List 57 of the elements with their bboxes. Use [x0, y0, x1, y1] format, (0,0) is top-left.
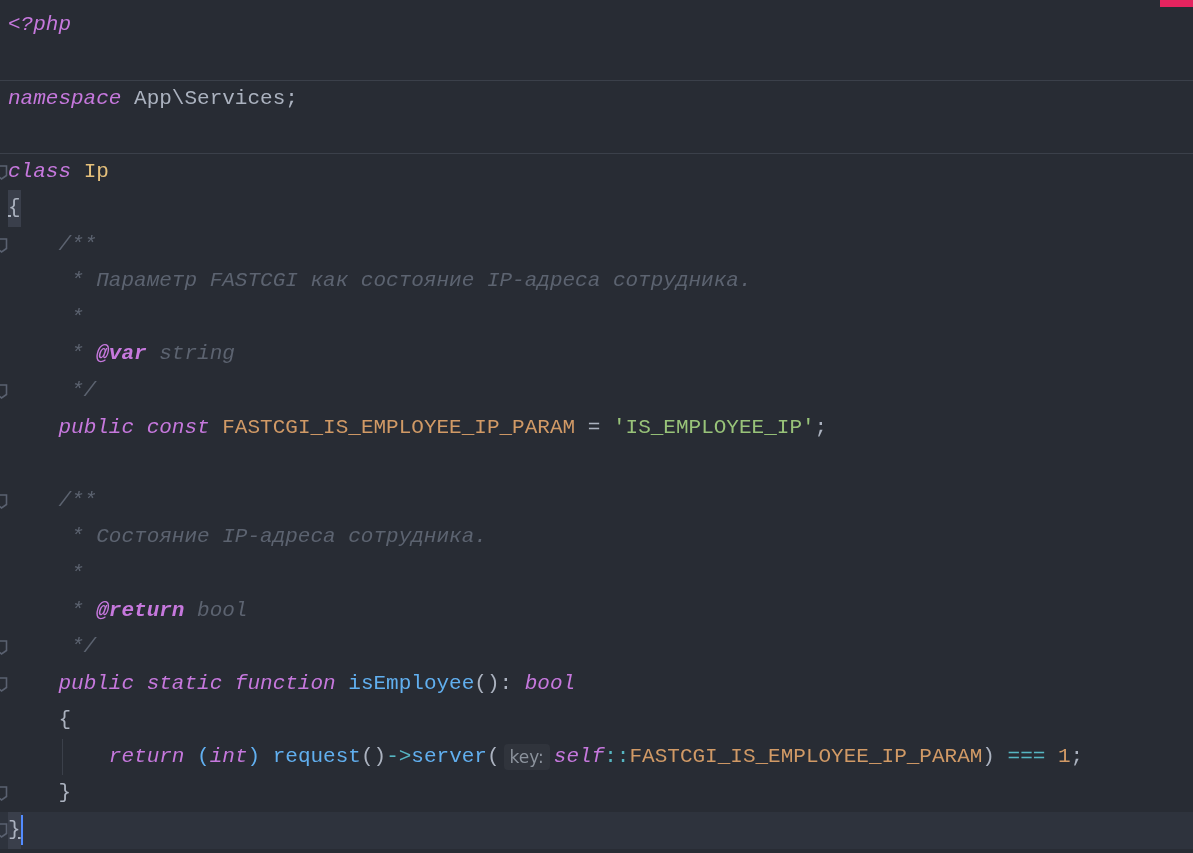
code-token: <?php [8, 12, 71, 38]
code-token: -> [386, 743, 412, 770]
code-token: public static function [58, 670, 336, 697]
code-token: isEmployee [348, 670, 475, 697]
code-token: { [58, 707, 72, 734]
code-token: return [108, 743, 185, 770]
code-token: */ [71, 634, 97, 661]
code-token: ) [982, 743, 995, 770]
code-token: */ [71, 377, 97, 404]
code-token: App\Services; [134, 85, 298, 112]
code-token: int [209, 743, 248, 770]
code-token: = [587, 414, 601, 441]
matched-brace: { [8, 189, 21, 227]
code-token: ; [814, 414, 828, 441]
code-token: :: [604, 743, 630, 770]
fold-icon[interactable] [0, 786, 8, 802]
fold-icon[interactable] [0, 165, 8, 181]
fold-icon[interactable] [0, 237, 8, 253]
code-token: * [71, 560, 84, 587]
fold-icon[interactable] [0, 676, 8, 692]
code-token: server [411, 743, 487, 770]
fold-icon[interactable] [0, 823, 8, 839]
code-token: * Параметр FASTCGI как состояние IP-адреса сотрудника. [71, 268, 752, 295]
code-token: namespace [8, 85, 122, 112]
code-token: * [71, 304, 84, 331]
code-token: self [553, 743, 605, 770]
parameter-hint: key: [503, 744, 550, 771]
code-token: * [71, 341, 84, 368]
code-token: () [360, 743, 387, 770]
code-token: public const [58, 414, 210, 441]
code-token: /** [58, 487, 97, 514]
code-token: 1 [1058, 743, 1071, 770]
code-token: Ip [83, 158, 109, 185]
code-token: * [71, 597, 84, 624]
code-token: * Состояние IP-адреса сотрудника. [71, 524, 487, 551]
fold-icon[interactable] [0, 493, 8, 509]
code-token: bool [524, 670, 576, 697]
code-token: /** [58, 231, 97, 258]
code-token: string [159, 341, 235, 368]
code-token: ( [487, 743, 500, 770]
code-token: ; [1070, 743, 1084, 770]
code-token: FASTCGI_IS_EMPLOYEE_IP_PARAM [629, 743, 983, 770]
fold-icon[interactable] [0, 640, 8, 656]
code-token: FASTCGI_IS_EMPLOYEE_IP_PARAM [222, 414, 576, 441]
fold-icon[interactable] [0, 383, 8, 399]
code-token: class [8, 158, 71, 185]
code-token: ) [247, 743, 261, 770]
code-token: (): [474, 670, 513, 697]
matched-brace: } [8, 812, 21, 849]
code-token: } [58, 780, 72, 807]
code-token: 'IS_EMPLOYEE_IP' [612, 414, 815, 441]
code-token: ( [197, 743, 210, 770]
code-token: @var [96, 341, 147, 368]
code-token: bool [197, 597, 248, 624]
code-token: @return [96, 597, 185, 624]
code-token: === [1007, 743, 1046, 770]
code-token: request [272, 743, 361, 770]
